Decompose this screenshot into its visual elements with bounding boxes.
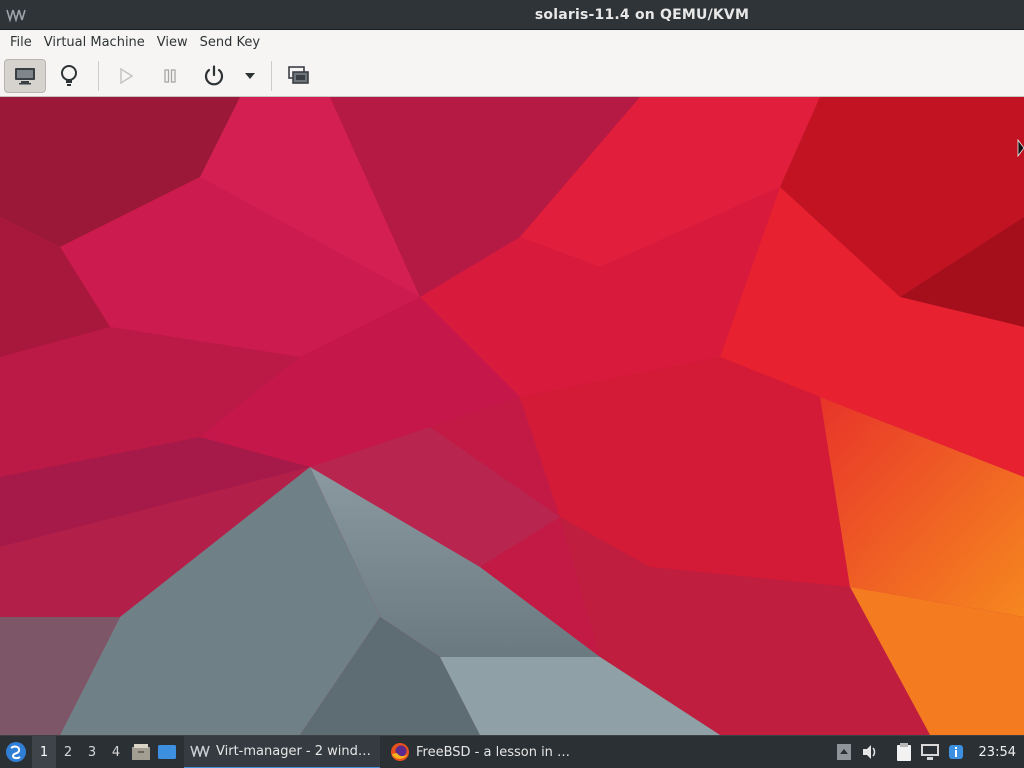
- tray-show-hidden[interactable]: [831, 736, 857, 768]
- speaker-icon: [862, 745, 875, 759]
- file-manager-launcher[interactable]: [128, 736, 154, 768]
- menubar: File Virtual Machine View Send Key: [0, 30, 1024, 55]
- workspace-2[interactable]: 2: [56, 736, 80, 768]
- start-menu-button[interactable]: [0, 736, 32, 768]
- info-icon: [948, 745, 963, 759]
- power-icon: [204, 64, 224, 85]
- window-title: solaris-11.4 on QEMU/KVM: [534, 6, 750, 23]
- monitor-icon: [15, 67, 35, 84]
- system-tray: 23:54: [831, 736, 1024, 768]
- run-button[interactable]: [105, 59, 147, 93]
- virt-manager-logo-icon[interactable]: [6, 8, 26, 22]
- desktop-icon: [158, 745, 176, 759]
- workspace-1[interactable]: 1: [32, 735, 56, 768]
- details-view-button[interactable]: [48, 59, 90, 93]
- pause-icon: [164, 68, 176, 83]
- toolbar-separator: [271, 60, 272, 91]
- clock[interactable]: 23:54: [969, 745, 1024, 760]
- screenshot-icon: [288, 65, 309, 84]
- network-icon: [920, 744, 939, 760]
- pause-button[interactable]: [149, 59, 191, 93]
- tray-volume[interactable]: [857, 736, 883, 768]
- menu-virtual-machine[interactable]: Virtual Machine: [38, 30, 151, 55]
- vm-console-display[interactable]: [0, 97, 1024, 735]
- play-icon: [120, 67, 134, 84]
- workspace-3[interactable]: 3: [80, 736, 104, 768]
- shutdown-button[interactable]: [193, 59, 235, 93]
- task-label: FreeBSD - a lesson in …: [416, 744, 571, 760]
- shutdown-menu-button[interactable]: [237, 59, 263, 93]
- tray-clipboard[interactable]: [891, 736, 917, 768]
- toolbar-separator: [98, 60, 99, 91]
- mouse-cursor-icon: [1017, 139, 1024, 157]
- desktop-wallpaper: [0, 97, 1024, 735]
- menu-view[interactable]: View: [151, 30, 194, 55]
- lightbulb-icon: [61, 64, 77, 86]
- show-desktop-launcher[interactable]: [154, 736, 180, 768]
- file-manager-icon: [132, 744, 150, 760]
- tray-network[interactable]: [917, 736, 943, 768]
- lxqt-logo-icon: [6, 742, 26, 762]
- toolbar: [0, 55, 1024, 97]
- task-label: Virt-manager - 2 wind…: [216, 743, 371, 759]
- tray-up-arrow-icon: [836, 744, 851, 760]
- fullscreen-button[interactable]: [278, 59, 320, 93]
- firefox-icon: [391, 743, 409, 761]
- menu-file[interactable]: File: [4, 30, 38, 55]
- desktop: solaris-11.4 on QEMU/KVM File Virtual Ma…: [0, 0, 1024, 768]
- chevron-down-icon: [245, 72, 255, 79]
- window-titlebar[interactable]: solaris-11.4 on QEMU/KVM: [0, 0, 1024, 30]
- workspace-4[interactable]: 4: [104, 736, 128, 768]
- taskbar: 1 2 3 4 Virt-manager - 2 wind… FreeBSD -…: [0, 735, 1024, 768]
- virt-manager-logo-icon: [190, 745, 210, 757]
- tray-notification[interactable]: [943, 736, 969, 768]
- menu-send-key[interactable]: Send Key: [194, 30, 266, 55]
- clipboard-icon: [896, 743, 911, 761]
- task-firefox[interactable]: FreeBSD - a lesson in …: [384, 736, 580, 768]
- task-virt-manager[interactable]: Virt-manager - 2 wind…: [184, 735, 380, 768]
- console-view-button[interactable]: [4, 58, 46, 93]
